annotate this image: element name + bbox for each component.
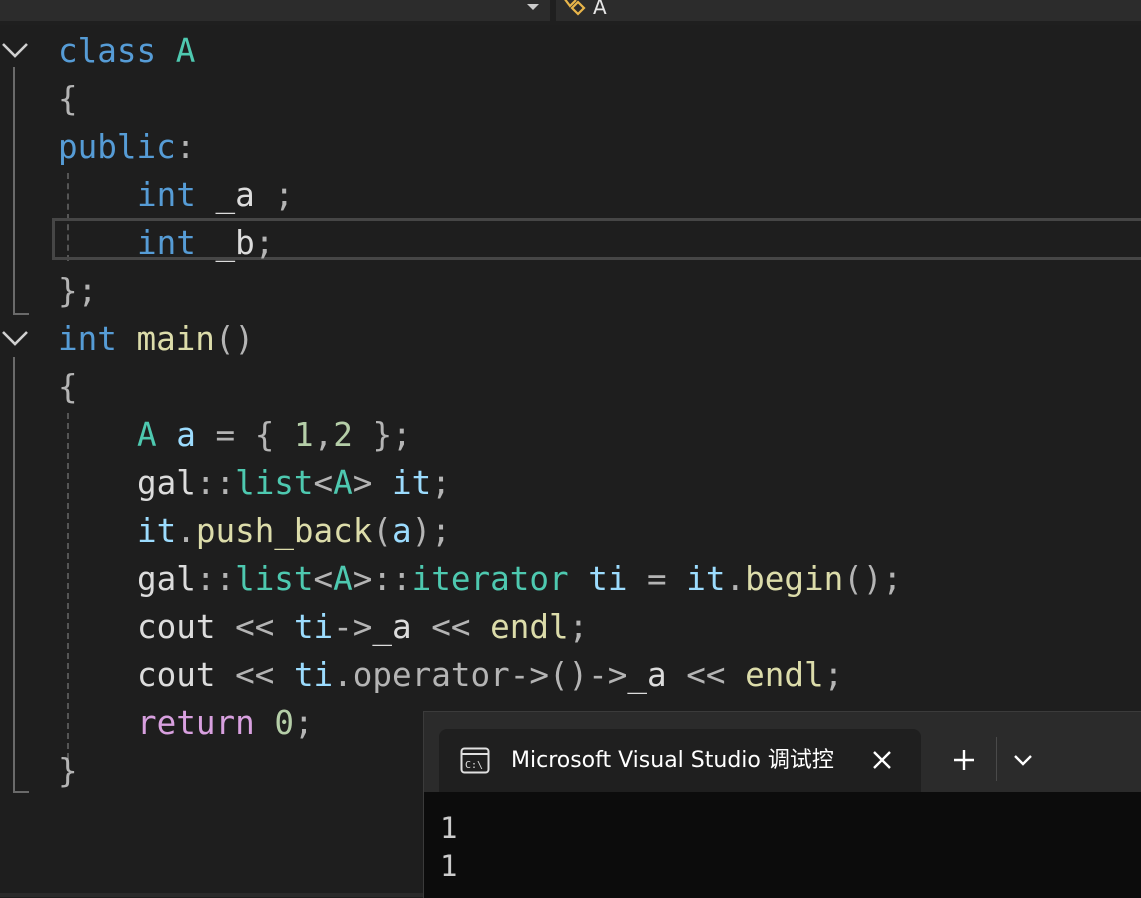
code-line-10[interactable]: gal::list<A> it; [137,459,451,507]
code-line-11[interactable]: it.push_back(a); [137,507,451,555]
terminal-tab-title: Microsoft Visual Studio 调试控 [511,748,834,773]
code-line-3[interactable]: public: [58,123,195,171]
symbol-class-icon [564,0,586,16]
indent-guide [67,413,69,769]
chevron-down-icon[interactable] [1010,748,1036,772]
outline-end [13,313,29,315]
code-line-9[interactable]: A a = { 1,2 }; [137,411,412,459]
svg-text:C:\: C:\ [465,760,483,771]
symbol-label: A [593,0,607,19]
plus-icon[interactable] [948,744,980,776]
code-line-1[interactable]: class A [58,27,195,75]
code-line-12[interactable]: gal::list<A>::iterator ti = it.begin(); [137,555,902,603]
fold-chevron-icon[interactable] [1,329,29,349]
code-line-2[interactable]: { [58,75,78,123]
terminal-output-line: 1 [440,811,458,845]
outline-line [13,357,15,793]
debug-console-window[interactable]: C:\ Microsoft Visual Studio 调试控 1 1 [423,711,1141,898]
code-line-16[interactable]: } [58,747,78,795]
member-dropdown[interactable] [556,0,1141,21]
code-line-8[interactable]: { [58,363,78,411]
outline-end [13,791,29,793]
console-icon: C:\ [460,747,490,774]
fold-chevron-icon[interactable] [1,41,29,61]
code-line-14[interactable]: cout << ti.operator->()->_a << endl; [137,651,843,699]
code-line-4[interactable]: int _a ; [137,171,294,219]
chevron-down-icon[interactable] [527,4,539,10]
code-line-7[interactable]: int main() [58,315,254,363]
outline-line [13,67,15,315]
tab-separator [996,737,997,781]
close-icon[interactable] [867,745,897,775]
navigation-bar: A [0,0,1141,25]
code-line-15[interactable]: return 0; [137,699,314,747]
scope-dropdown[interactable] [0,0,550,21]
code-line-13[interactable]: cout << ti->_a << endl; [137,603,588,651]
code-line-6[interactable]: }; [58,267,97,315]
terminal-output-line: 1 [440,849,458,883]
terminal-titlebar: C:\ Microsoft Visual Studio 调试控 [424,712,1141,792]
code-line-5[interactable]: int _b; [137,219,274,267]
terminal-tab[interactable]: C:\ Microsoft Visual Studio 调试控 [439,729,921,792]
